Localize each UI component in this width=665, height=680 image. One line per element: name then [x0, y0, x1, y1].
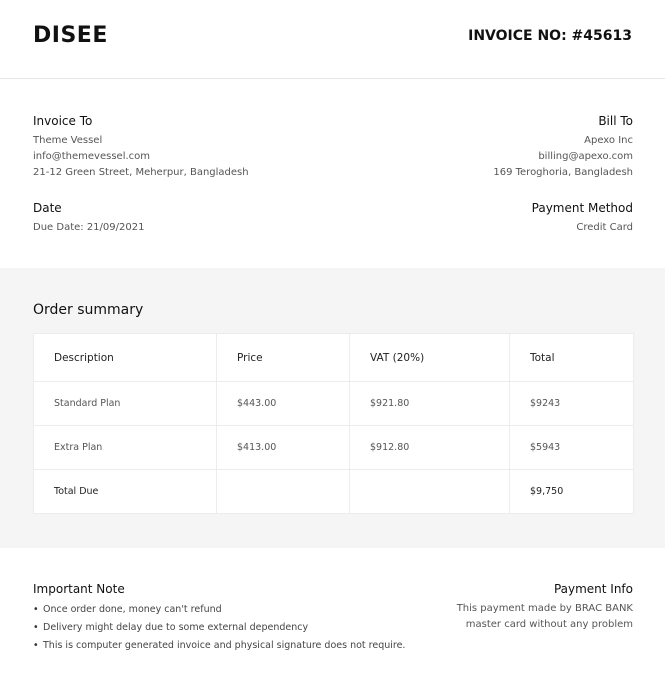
total-due-label: Total Due: [33, 469, 217, 514]
total-due-row: Total Due $9,750: [33, 469, 634, 514]
table-cell: Extra Plan: [33, 425, 217, 470]
total-due-amount: $9,750: [509, 469, 634, 514]
table-cell: $413.00: [216, 425, 350, 470]
invoice-to-block: Invoice To Theme Vessel info@themevessel…: [33, 114, 249, 181]
invoice-to-heading: Invoice To: [33, 114, 93, 128]
bill-to-email: billing@apexo.com: [538, 151, 633, 162]
important-note-heading: Important Note: [33, 582, 125, 596]
column-header: Description: [33, 333, 217, 382]
payment-method-heading: Payment Method: [531, 201, 633, 215]
important-note-block: Important Note Once order done, money ca…: [33, 582, 405, 655]
important-note-list: Once order done, money can't refund Deli…: [33, 601, 405, 655]
table-row: Extra Plan $413.00 $912.80 $5943: [33, 425, 634, 470]
table-cell: [216, 469, 350, 514]
table-row: Standard Plan $443.00 $921.80 $9243: [33, 381, 634, 426]
payment-info-block: Payment Info This payment made by BRAC B…: [457, 582, 633, 633]
table-cell: $9243: [509, 381, 634, 426]
address-section: Invoice To Theme Vessel info@themevessel…: [33, 114, 633, 184]
table-cell: [349, 469, 510, 514]
table-cell: Standard Plan: [33, 381, 217, 426]
footer-notes: Important Note Once order done, money ca…: [33, 582, 633, 662]
invoice-to-address: 21-12 Green Street, Meherpur, Bangladesh: [33, 167, 249, 178]
date-block: Date Due Date: 21/09/2021: [33, 201, 144, 236]
invoice-to-email: info@themevessel.com: [33, 151, 151, 162]
list-item: Once order done, money can't refund: [33, 601, 405, 619]
column-header: Total: [509, 333, 634, 382]
payment-info-heading: Payment Info: [553, 582, 633, 596]
list-item: Delivery might delay due to some externa…: [33, 619, 405, 637]
order-summary-section: Order summary Description Price VAT (20%…: [0, 268, 665, 548]
order-summary-title: Order summary: [33, 302, 144, 318]
list-item: This is computer generated invoice and p…: [33, 637, 405, 655]
column-header: VAT (20%): [349, 333, 510, 382]
payment-info-line: This payment made by BRAC BANK: [456, 603, 633, 614]
bill-to-name: Apexo Inc: [584, 135, 633, 146]
bill-to-address: 169 Teroghoria, Bangladesh: [493, 167, 633, 178]
date-payment-section: Date Due Date: 21/09/2021 Payment Method…: [33, 201, 633, 241]
bill-to-block: Bill To Apexo Inc billing@apexo.com 169 …: [493, 114, 633, 181]
column-header: Price: [216, 333, 350, 382]
table-cell: $921.80: [349, 381, 510, 426]
date-heading: Date: [33, 201, 62, 215]
brand-logo: DISEE: [33, 23, 108, 48]
invoice-number: INVOICE NO: #45613: [468, 28, 632, 44]
invoice-to-name: Theme Vessel: [33, 135, 103, 146]
payment-method-block: Payment Method Credit Card: [532, 201, 633, 236]
payment-method-value: Credit Card: [576, 222, 633, 233]
table-cell: $5943: [509, 425, 634, 470]
invoice-header: DISEE INVOICE NO: #45613: [0, 0, 665, 79]
order-summary-table: Description Price VAT (20%) Total Standa…: [33, 333, 634, 514]
bill-to-heading: Bill To: [598, 114, 633, 128]
table-header-row: Description Price VAT (20%) Total: [33, 333, 634, 382]
table-cell: $912.80: [349, 425, 510, 470]
due-date: Due Date: 21/09/2021: [33, 222, 145, 233]
payment-info-line: master card without any problem: [465, 619, 633, 630]
table-cell: $443.00: [216, 381, 350, 426]
